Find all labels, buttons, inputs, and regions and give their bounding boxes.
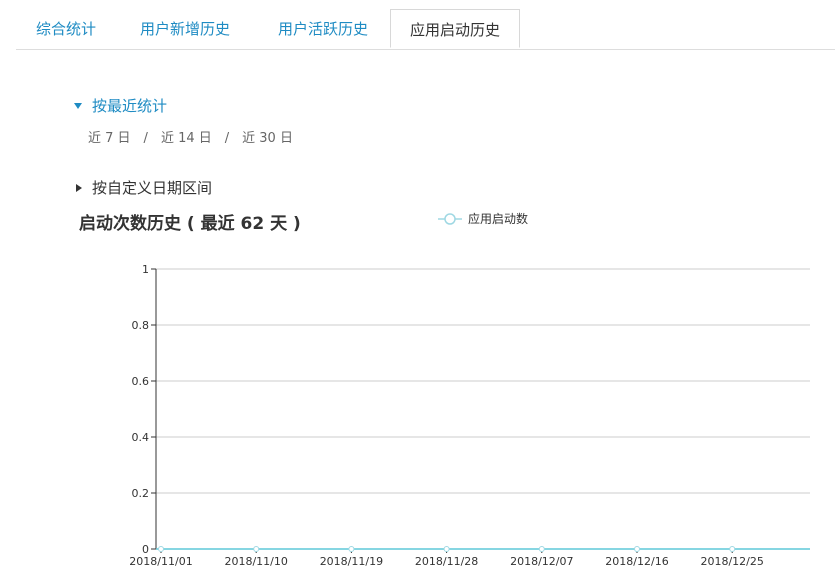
y-tick-label: 0.4 [132,431,150,444]
launch-history-chart: 00.20.40.60.812018/11/01 2018/11/10 2018/1… [129,263,810,568]
x-tick-label: 2018/12/25 [700,555,763,568]
data-point [158,546,164,552]
x-tick-label: 2018/11/10 [224,555,287,568]
data-point [634,546,640,552]
x-tick-label: 2018/11/01 [129,555,192,568]
x-tick-label: 2018/12/07 [510,555,573,568]
x-tick-label: 2018/12/16 [605,555,668,568]
y-tick-label: 0.2 [132,487,150,500]
data-point [729,546,736,552]
data-point [443,546,450,552]
y-tick-label: 0.8 [132,319,150,332]
x-tick-label: 2018/11/19 [320,555,383,568]
y-tick-label: 0.6 [132,375,150,388]
x-tick-label: 2018/11/28 [415,555,478,568]
data-point [538,546,545,552]
data-point [348,546,355,552]
data-point [253,546,260,552]
y-tick-label: 1 [142,263,149,276]
